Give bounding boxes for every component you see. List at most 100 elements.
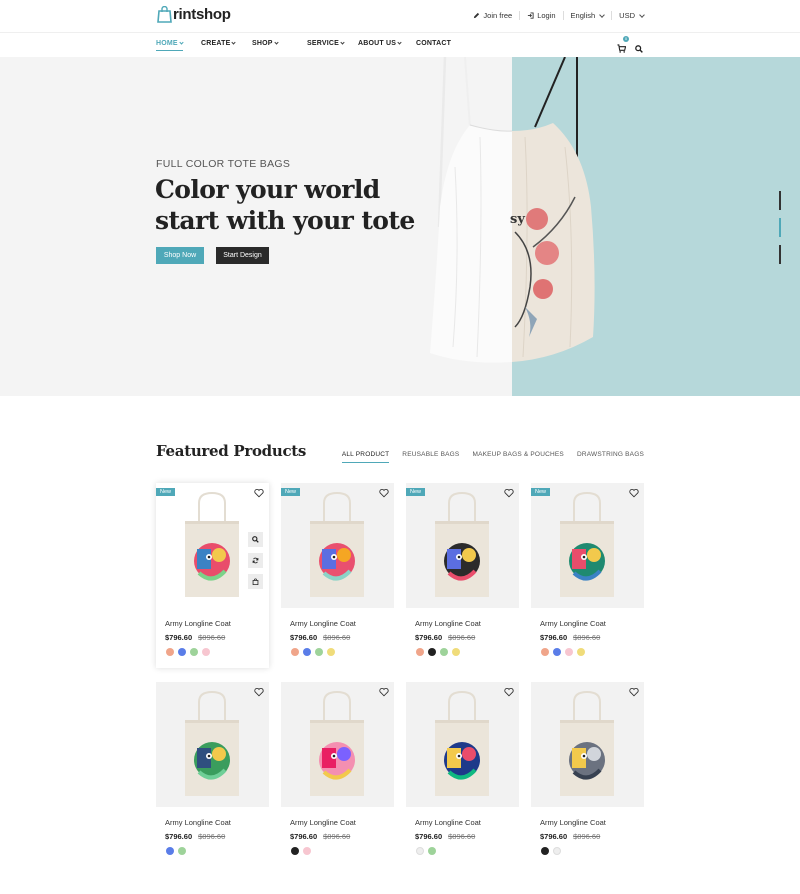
- shop-now-button[interactable]: Shop Now: [156, 247, 204, 264]
- color-swatch[interactable]: [166, 847, 174, 855]
- currency-select[interactable]: USD: [612, 11, 645, 20]
- product-price: $796.60: [165, 633, 193, 642]
- heart-icon[interactable]: [504, 687, 514, 697]
- product-card[interactable]: Army Longline Coat $796.60 $896.60: [531, 682, 644, 855]
- product-card[interactable]: New Army Longline Coat $796.60 $896.60: [281, 483, 394, 656]
- nav-item-about-us[interactable]: ABOUT US: [358, 40, 402, 47]
- product-name[interactable]: Army Longline Coat: [540, 619, 644, 628]
- nav-label: ABOUT US: [358, 40, 397, 47]
- compare-button[interactable]: [248, 553, 263, 568]
- color-swatch[interactable]: [291, 847, 299, 855]
- color-swatch[interactable]: [291, 648, 299, 656]
- product-prices: $796.60 $896.60: [290, 633, 394, 642]
- logo[interactable]: rintshop: [157, 6, 231, 23]
- nav-label: SERVICE: [307, 40, 340, 47]
- hero-title: Color your world start with your tote: [155, 174, 455, 236]
- language-select[interactable]: English: [564, 11, 612, 20]
- product-image[interactable]: New: [406, 483, 519, 608]
- color-swatch[interactable]: [166, 648, 174, 656]
- heart-icon[interactable]: [629, 488, 639, 498]
- heart-icon[interactable]: [629, 687, 639, 697]
- search-icon[interactable]: [635, 45, 643, 53]
- product-old-price: $896.60: [448, 832, 476, 841]
- nav-item-shop[interactable]: SHOP: [252, 40, 279, 47]
- color-swatch[interactable]: [428, 648, 436, 656]
- color-swatch[interactable]: [541, 847, 549, 855]
- top-links: Join free Login English USD: [466, 11, 645, 20]
- product-image[interactable]: [406, 682, 519, 807]
- color-swatch[interactable]: [452, 648, 460, 656]
- slide-indicator-active[interactable]: [779, 218, 781, 237]
- product-name[interactable]: Army Longline Coat: [415, 818, 519, 827]
- join-free-link[interactable]: Join free: [466, 11, 519, 20]
- bag-icon: [252, 578, 259, 585]
- filter-reusable-bags[interactable]: REUSABLE BAGS: [402, 451, 459, 463]
- search-icon: [252, 536, 259, 543]
- color-swatch[interactable]: [416, 648, 424, 656]
- product-price: $796.60: [540, 832, 568, 841]
- quick-view-button[interactable]: [248, 532, 263, 547]
- product-card[interactable]: Army Longline Coat $796.60 $896.60: [406, 682, 519, 855]
- heart-icon[interactable]: [379, 687, 389, 697]
- color-swatch[interactable]: [303, 847, 311, 855]
- product-image[interactable]: [281, 682, 394, 807]
- tote-bag-image: [185, 690, 239, 796]
- color-swatch[interactable]: [565, 648, 573, 656]
- cart-icon: [617, 44, 627, 53]
- bag-print-text: sy: [510, 212, 525, 227]
- product-name[interactable]: Army Longline Coat: [290, 619, 394, 628]
- filter-drawstring-bags[interactable]: DRAWSTRING BAGS: [577, 451, 644, 463]
- product-image[interactable]: New: [531, 483, 644, 608]
- color-swatch[interactable]: [303, 648, 311, 656]
- product-prices: $796.60 $896.60: [415, 633, 519, 642]
- product-card[interactable]: New Army Longline Coat $796.60 $896.60: [531, 483, 644, 656]
- product-name[interactable]: Army Longline Coat: [165, 818, 269, 827]
- product-image[interactable]: New: [281, 483, 394, 608]
- nav-item-contact[interactable]: CONTACT: [416, 40, 451, 47]
- product-card[interactable]: New Army Longline Coat $796.60 $896.60: [406, 483, 519, 656]
- filter-all-product[interactable]: ALL PRODUCT: [341, 451, 390, 463]
- color-swatch[interactable]: [553, 847, 561, 855]
- product-image[interactable]: [156, 682, 269, 807]
- slide-indicator[interactable]: [779, 245, 781, 264]
- product-image[interactable]: New: [156, 483, 269, 608]
- color-swatch[interactable]: [178, 847, 186, 855]
- product-name[interactable]: Army Longline Coat: [415, 619, 519, 628]
- heart-icon[interactable]: [254, 488, 264, 498]
- product-name[interactable]: Army Longline Coat: [165, 619, 269, 628]
- product-name[interactable]: Army Longline Coat: [290, 818, 394, 827]
- heart-icon[interactable]: [254, 687, 264, 697]
- color-swatch[interactable]: [553, 648, 561, 656]
- start-design-button[interactable]: Start Design: [216, 247, 269, 264]
- nav-item-home[interactable]: HOME: [156, 40, 184, 51]
- nav-item-create[interactable]: CREATE: [201, 40, 237, 47]
- nav-item-service[interactable]: SERVICE: [307, 40, 345, 47]
- color-swatch[interactable]: [416, 847, 424, 855]
- product-card[interactable]: Army Longline Coat $796.60 $896.60: [156, 682, 269, 855]
- product-name[interactable]: Army Longline Coat: [540, 818, 644, 827]
- tote-bag-image: [560, 491, 614, 597]
- color-swatch[interactable]: [315, 648, 323, 656]
- language-value: English: [570, 11, 596, 20]
- heart-icon[interactable]: [504, 488, 514, 498]
- color-swatch[interactable]: [428, 847, 436, 855]
- color-swatch[interactable]: [541, 648, 549, 656]
- product-image[interactable]: [531, 682, 644, 807]
- filter-makeup-bags[interactable]: MAKEUP BAGS & POUCHES: [472, 451, 564, 463]
- login-link[interactable]: Login: [520, 11, 562, 20]
- slide-indicator[interactable]: [779, 191, 781, 210]
- color-swatch[interactable]: [202, 648, 210, 656]
- color-swatch[interactable]: [440, 648, 448, 656]
- product-card[interactable]: Army Longline Coat $796.60 $896.60: [281, 682, 394, 855]
- color-swatch[interactable]: [178, 648, 186, 656]
- add-to-cart-button[interactable]: [248, 574, 263, 589]
- color-swatches: [291, 648, 394, 656]
- heart-icon[interactable]: [379, 488, 389, 498]
- product-card[interactable]: New Army Longline Coat $796.60 $896.60: [156, 483, 269, 668]
- product-prices: $796.60 $896.60: [415, 832, 519, 841]
- color-swatch[interactable]: [190, 648, 198, 656]
- color-swatch[interactable]: [577, 648, 585, 656]
- login-label: Login: [537, 11, 556, 20]
- color-swatch[interactable]: [327, 648, 335, 656]
- cart-button[interactable]: 0: [617, 36, 629, 58]
